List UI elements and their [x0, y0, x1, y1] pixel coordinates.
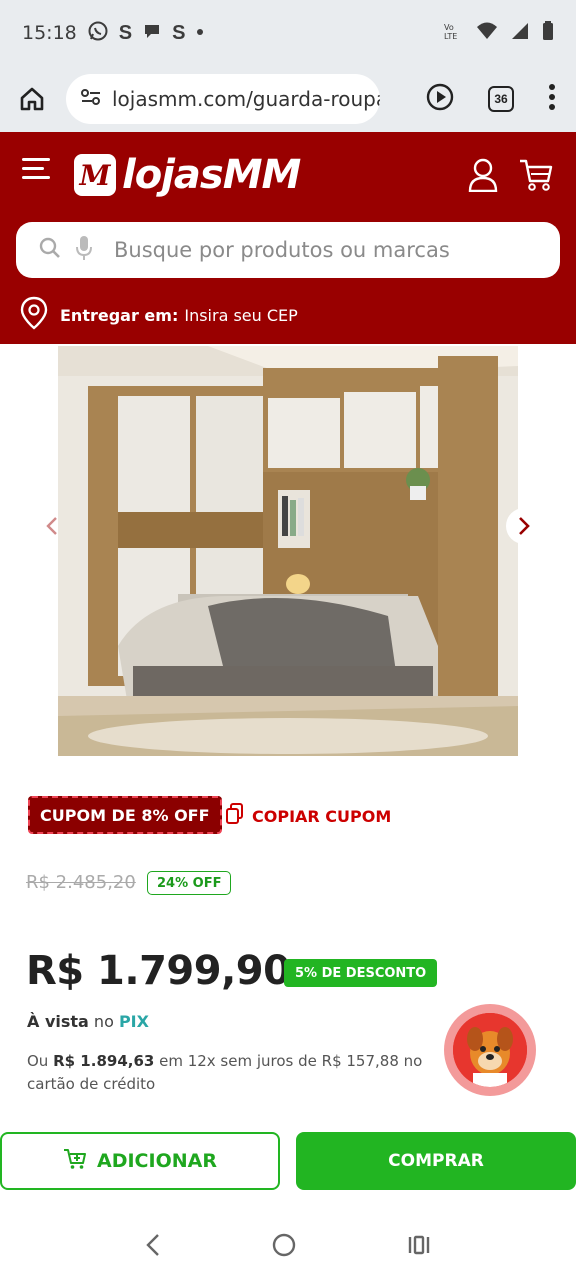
status-bar: 15:18 S S Vo LTE: [0, 0, 576, 66]
s-app-icon: S: [172, 22, 186, 44]
cart-add-icon: [63, 1148, 87, 1175]
delivery-value[interactable]: Insira seu CEP: [184, 306, 297, 325]
location-pin-icon: [20, 296, 48, 334]
old-price: R$ 2.485,20: [26, 872, 136, 893]
url-text[interactable]: lojasmm.com/guarda-roupa: [112, 87, 380, 111]
recents-icon[interactable]: [407, 1234, 431, 1261]
pix-method: PIX: [118, 1012, 149, 1031]
user-icon[interactable]: [468, 158, 498, 197]
pix-payment-info: À vista no PIX: [27, 1012, 149, 1031]
add-to-cart-button[interactable]: ADICIONAR: [0, 1132, 280, 1190]
search-placeholder: Busque por produtos ou marcas: [114, 238, 450, 262]
site-header: M lojasMM Busque por produtos ou marcas …: [0, 132, 576, 344]
site-settings-icon[interactable]: [80, 87, 102, 112]
signal-icon: [510, 21, 530, 46]
installments-prefix: Ou: [27, 1052, 54, 1070]
logo-text: lojasMM: [122, 152, 301, 198]
back-icon[interactable]: [145, 1233, 161, 1262]
more-vert-icon[interactable]: [548, 83, 556, 115]
address-bar[interactable]: lojasmm.com/guarda-roupa: [66, 74, 380, 124]
search-input[interactable]: Busque por produtos ou marcas: [16, 222, 560, 278]
mascot-avatar: [453, 1013, 527, 1087]
chat-assistant-button[interactable]: [444, 1004, 536, 1096]
svg-text:Vo: Vo: [444, 23, 454, 32]
off-badge: 24% OFF: [147, 871, 232, 895]
product-gallery: [0, 344, 576, 756]
chat-icon: [142, 21, 162, 46]
installments-total: R$ 1.894,63: [53, 1052, 155, 1070]
logo[interactable]: M lojasMM: [74, 152, 301, 198]
buy-button[interactable]: COMPRAR: [296, 1132, 576, 1190]
pix-connector: no: [88, 1012, 119, 1031]
svg-text:LTE: LTE: [444, 32, 457, 41]
whatsapp-icon: [87, 20, 109, 47]
browser-toolbar: lojasmm.com/guarda-roupa 36: [0, 66, 576, 132]
microphone-icon[interactable]: [76, 235, 92, 266]
menu-icon[interactable]: [22, 158, 50, 180]
price: R$ 1.799,90: [26, 948, 291, 994]
copy-coupon-label: COPIAR CUPOM: [252, 806, 392, 826]
home-icon[interactable]: [14, 81, 50, 117]
search-icon[interactable]: [38, 236, 62, 265]
installments-info: Ou R$ 1.894,63 em 12x sem juros de R$ 15…: [27, 1050, 467, 1096]
pix-label: À vista: [27, 1012, 89, 1031]
delivery-location[interactable]: Entregar em: Insira seu CEP: [20, 296, 298, 334]
wifi-icon: [476, 21, 498, 46]
status-time: 15:18: [22, 22, 77, 44]
play-icon[interactable]: [426, 83, 454, 116]
cart-icon[interactable]: [518, 158, 554, 197]
s-app-icon: S: [118, 22, 133, 44]
prev-image-button[interactable]: [34, 508, 70, 544]
coupon-badge: CUPOM DE 8% OFF: [28, 796, 222, 834]
system-nav-bar: [0, 1214, 576, 1280]
next-image-button[interactable]: [506, 508, 542, 544]
copy-icon: [226, 803, 244, 829]
copy-coupon-button[interactable]: COPIAR CUPOM: [226, 803, 391, 829]
home-circle-icon[interactable]: [271, 1232, 297, 1263]
delivery-label: Entregar em:: [60, 305, 179, 325]
tab-switcher-button[interactable]: 36: [488, 86, 514, 112]
volte-icon: Vo LTE: [442, 21, 464, 46]
discount-badge: 5% DE DESCONTO: [284, 959, 438, 987]
battery-icon: [542, 20, 554, 46]
logo-mark: M: [74, 154, 116, 196]
product-image[interactable]: [58, 346, 518, 756]
dot-icon: [195, 24, 205, 42]
add-to-cart-label: ADICIONAR: [97, 1150, 217, 1172]
